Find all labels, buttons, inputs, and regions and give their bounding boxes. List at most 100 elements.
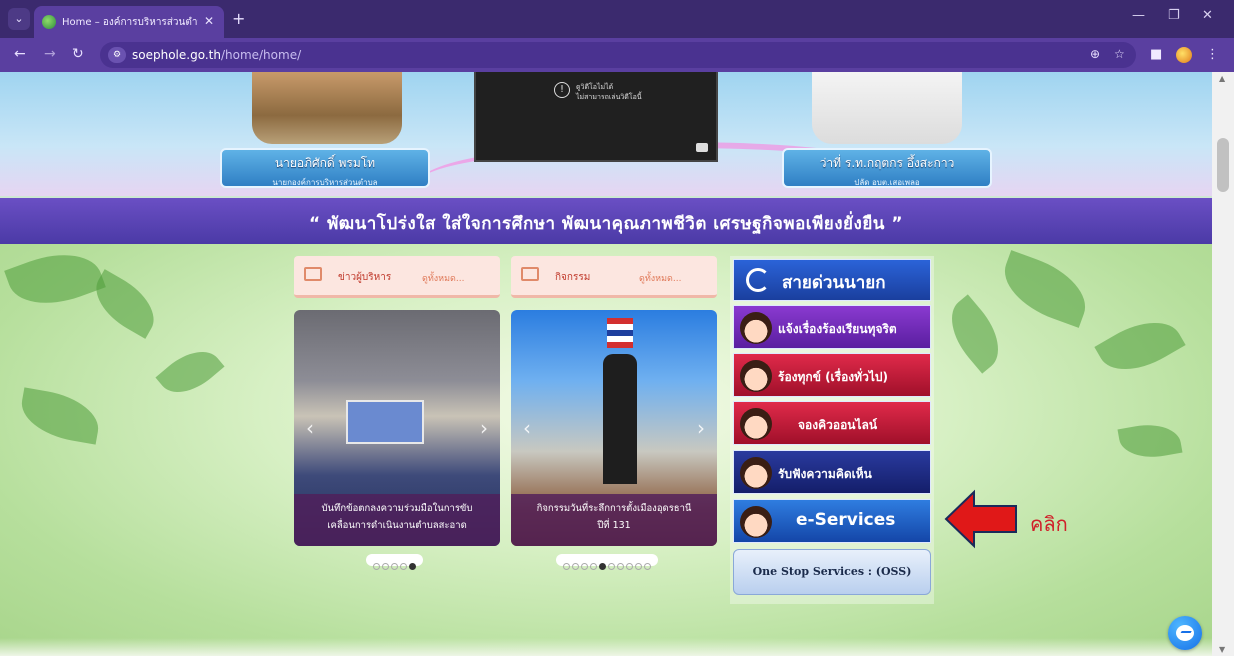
corruption-complaint-button[interactable]: แจ้งเรื่องร้องเรียนทุจริต: [733, 305, 931, 349]
mascot-icon: [740, 457, 772, 489]
slogan-bar: “ พัฒนาโปร่งใส ใส่ใจการศึกษา พัฒนาคุณภาพ…: [0, 198, 1212, 244]
online-queue-button[interactable]: จองคิวออนไลน์: [733, 401, 931, 445]
pagination-dot[interactable]: [599, 563, 606, 570]
url-path: /home/home/: [220, 48, 302, 62]
page-scrollbar[interactable]: ▲ ▼: [1212, 72, 1234, 656]
activity-caption-line1: กิจกรรมวันที่ระลึกการตั้งเมืองอุดรธานี: [536, 503, 692, 514]
pagination-dot[interactable]: [581, 563, 588, 570]
hotline-button[interactable]: สายด่วนนายก: [733, 259, 931, 301]
news-pagination: [366, 554, 423, 570]
url-text[interactable]: soephole.go.th/home/home/: [132, 48, 301, 62]
pagination-dot[interactable]: [373, 563, 380, 570]
activity-panel-title: กิจกรรม: [555, 272, 591, 283]
pagination-dot[interactable]: [563, 563, 570, 570]
thai-flag: [607, 318, 633, 348]
pagination-dot[interactable]: [382, 563, 389, 570]
mayor-position: นายกองค์การบริหารส่วนตำบล: [272, 178, 378, 187]
mascot-icon: [740, 506, 772, 538]
site-info-icon[interactable]: ⚙: [108, 47, 126, 63]
url-host: soephole.go.th: [132, 48, 221, 62]
clerk-photo: [812, 72, 962, 144]
news-caption-line1: บันทึกข้อตกลงความร่วมมือในการขับ: [321, 503, 473, 514]
online-queue-label: จองคิวออนไลน์: [798, 418, 878, 432]
pagination-dot[interactable]: [635, 563, 642, 570]
embedded-video[interactable]: ! ดูวิดีโอไม่ได้ไม่สามารถเล่นวิดีโอนี้: [474, 72, 718, 162]
pagination-dot[interactable]: [644, 563, 651, 570]
back-icon[interactable]: ←: [14, 46, 26, 62]
video-error-icon: !: [554, 82, 570, 98]
clerk-position: ปลัด อบต.เสอเพลอ: [854, 178, 920, 187]
news-caption: บันทึกข้อตกลงความร่วมมือในการขับ เคลื่อน…: [294, 494, 500, 546]
annotation-text: คลิก: [1030, 512, 1068, 536]
pagination-dot[interactable]: [572, 563, 579, 570]
bookmark-star-icon[interactable]: ☆: [1114, 47, 1125, 61]
video-error-line2: ไม่สามารถเล่นวิดีโอนี้: [576, 93, 642, 101]
news-slide[interactable]: ‹ › บันทึกข้อตกลงความร่วมมือในการขับ เคล…: [294, 310, 500, 546]
forward-icon[interactable]: →: [44, 46, 56, 62]
tab-search-icon[interactable]: ⌄: [8, 8, 30, 30]
pagination-dot[interactable]: [617, 563, 624, 570]
scroll-down-icon[interactable]: ▼: [1219, 645, 1225, 654]
window-close-icon[interactable]: ✕: [1202, 8, 1213, 23]
youtube-icon[interactable]: [696, 143, 708, 152]
phone-icon: [746, 268, 770, 292]
mascot-icon: [740, 312, 772, 344]
maximize-icon[interactable]: ❐: [1168, 8, 1180, 23]
activity-panel-header: กิจกรรม ดูทั้งหมด...: [511, 256, 717, 298]
pagination-dot[interactable]: [626, 563, 633, 570]
reload-icon[interactable]: ↻: [72, 46, 84, 62]
browser-tab-active[interactable]: Home – องค์การบริหารส่วนตำบลเส ✕: [34, 6, 224, 38]
activity-caption: กิจกรรมวันที่ระลึกการตั้งเมืองอุดรธานี ป…: [511, 494, 717, 546]
address-bar[interactable]: ⚙ soephole.go.th/home/home/ ⊕ ☆: [100, 42, 1136, 68]
leaf-decoration: [4, 240, 106, 318]
news-panel-header: ข่าวผู้บริหาร ดูทั้งหมด...: [294, 256, 500, 298]
browser-tab-bar: ⌄ Home – องค์การบริหารส่วนตำบลเส ✕ + — ❐…: [0, 0, 1234, 38]
news-next-icon[interactable]: ›: [480, 416, 488, 440]
pagination-dot[interactable]: [409, 563, 416, 570]
minimize-icon[interactable]: —: [1132, 8, 1145, 23]
profile-avatar-icon[interactable]: [1176, 47, 1192, 63]
favicon-icon: [42, 15, 56, 29]
video-error-message: ดูวิดีโอไม่ได้ไม่สามารถเล่นวิดีโอนี้: [576, 82, 642, 102]
news-prev-icon[interactable]: ‹: [306, 416, 314, 440]
news-panel-title: ข่าวผู้บริหาร: [338, 272, 392, 283]
pagination-dot[interactable]: [590, 563, 597, 570]
activity-prev-icon[interactable]: ‹: [523, 416, 531, 440]
browser-toolbar: ← → ↻ ⚙ soephole.go.th/home/home/ ⊕ ☆ ■ …: [0, 38, 1234, 72]
pagination-dot[interactable]: [391, 563, 398, 570]
feedback-label: รับฟังความคิดเห็น: [778, 467, 872, 481]
browser-menu-icon[interactable]: ⋮: [1206, 47, 1219, 62]
leaf-decoration: [994, 250, 1096, 328]
general-complaint-button[interactable]: ร้องทุกข์ (เรื่องทั่วไป): [733, 353, 931, 397]
video-error-line1: ดูวิดีโอไม่ได้: [576, 83, 614, 91]
oss-label: One Stop Services : (OSS): [752, 565, 912, 578]
news-view-all-link[interactable]: ดูทั้งหมด...: [422, 271, 464, 285]
messenger-chat-icon[interactable]: [1168, 616, 1202, 650]
scroll-up-icon[interactable]: ▲: [1219, 74, 1225, 83]
new-tab-button[interactable]: +: [232, 9, 245, 28]
activity-next-icon[interactable]: ›: [697, 416, 705, 440]
mascot-icon: [740, 360, 772, 392]
scroll-thumb[interactable]: [1217, 138, 1229, 192]
zoom-icon[interactable]: ⊕: [1090, 47, 1100, 61]
feedback-button[interactable]: รับฟังความคิดเห็น: [733, 450, 931, 494]
activity-view-all-link[interactable]: ดูทั้งหมด...: [639, 271, 681, 285]
web-page: นายอภิศักดิ์ พรมโท นายกองค์การบริหารส่วน…: [0, 72, 1212, 656]
projector-screen: [346, 400, 424, 444]
tab-close-icon[interactable]: ✕: [204, 14, 214, 28]
leaf-decoration: [155, 338, 225, 406]
eservices-button[interactable]: e-Services: [733, 499, 931, 543]
pagination-dot[interactable]: [608, 563, 615, 570]
pagination-dot[interactable]: [400, 563, 407, 570]
hero-banner: นายอภิศักดิ์ พรมโท นายกองค์การบริหารส่วน…: [0, 72, 1212, 196]
leaf-decoration: [16, 387, 104, 445]
mayor-name-ribbon: นายอภิศักดิ์ พรมโท นายกองค์การบริหารส่วน…: [220, 148, 430, 188]
activity-pagination: [556, 554, 658, 570]
leaf-decoration: [937, 294, 1013, 374]
activity-slide[interactable]: ‹ › กิจกรรมวันที่ระลึกการตั้งเมืองอุดรธา…: [511, 310, 717, 546]
side-panel-icon[interactable]: ■: [1150, 47, 1162, 62]
mayor-name: นายอภิศักดิ์ พรมโท: [274, 156, 376, 170]
oss-button[interactable]: One Stop Services : (OSS): [733, 549, 931, 595]
hotline-label: สายด่วนนายก: [782, 273, 886, 293]
mascot-icon: [740, 408, 772, 440]
